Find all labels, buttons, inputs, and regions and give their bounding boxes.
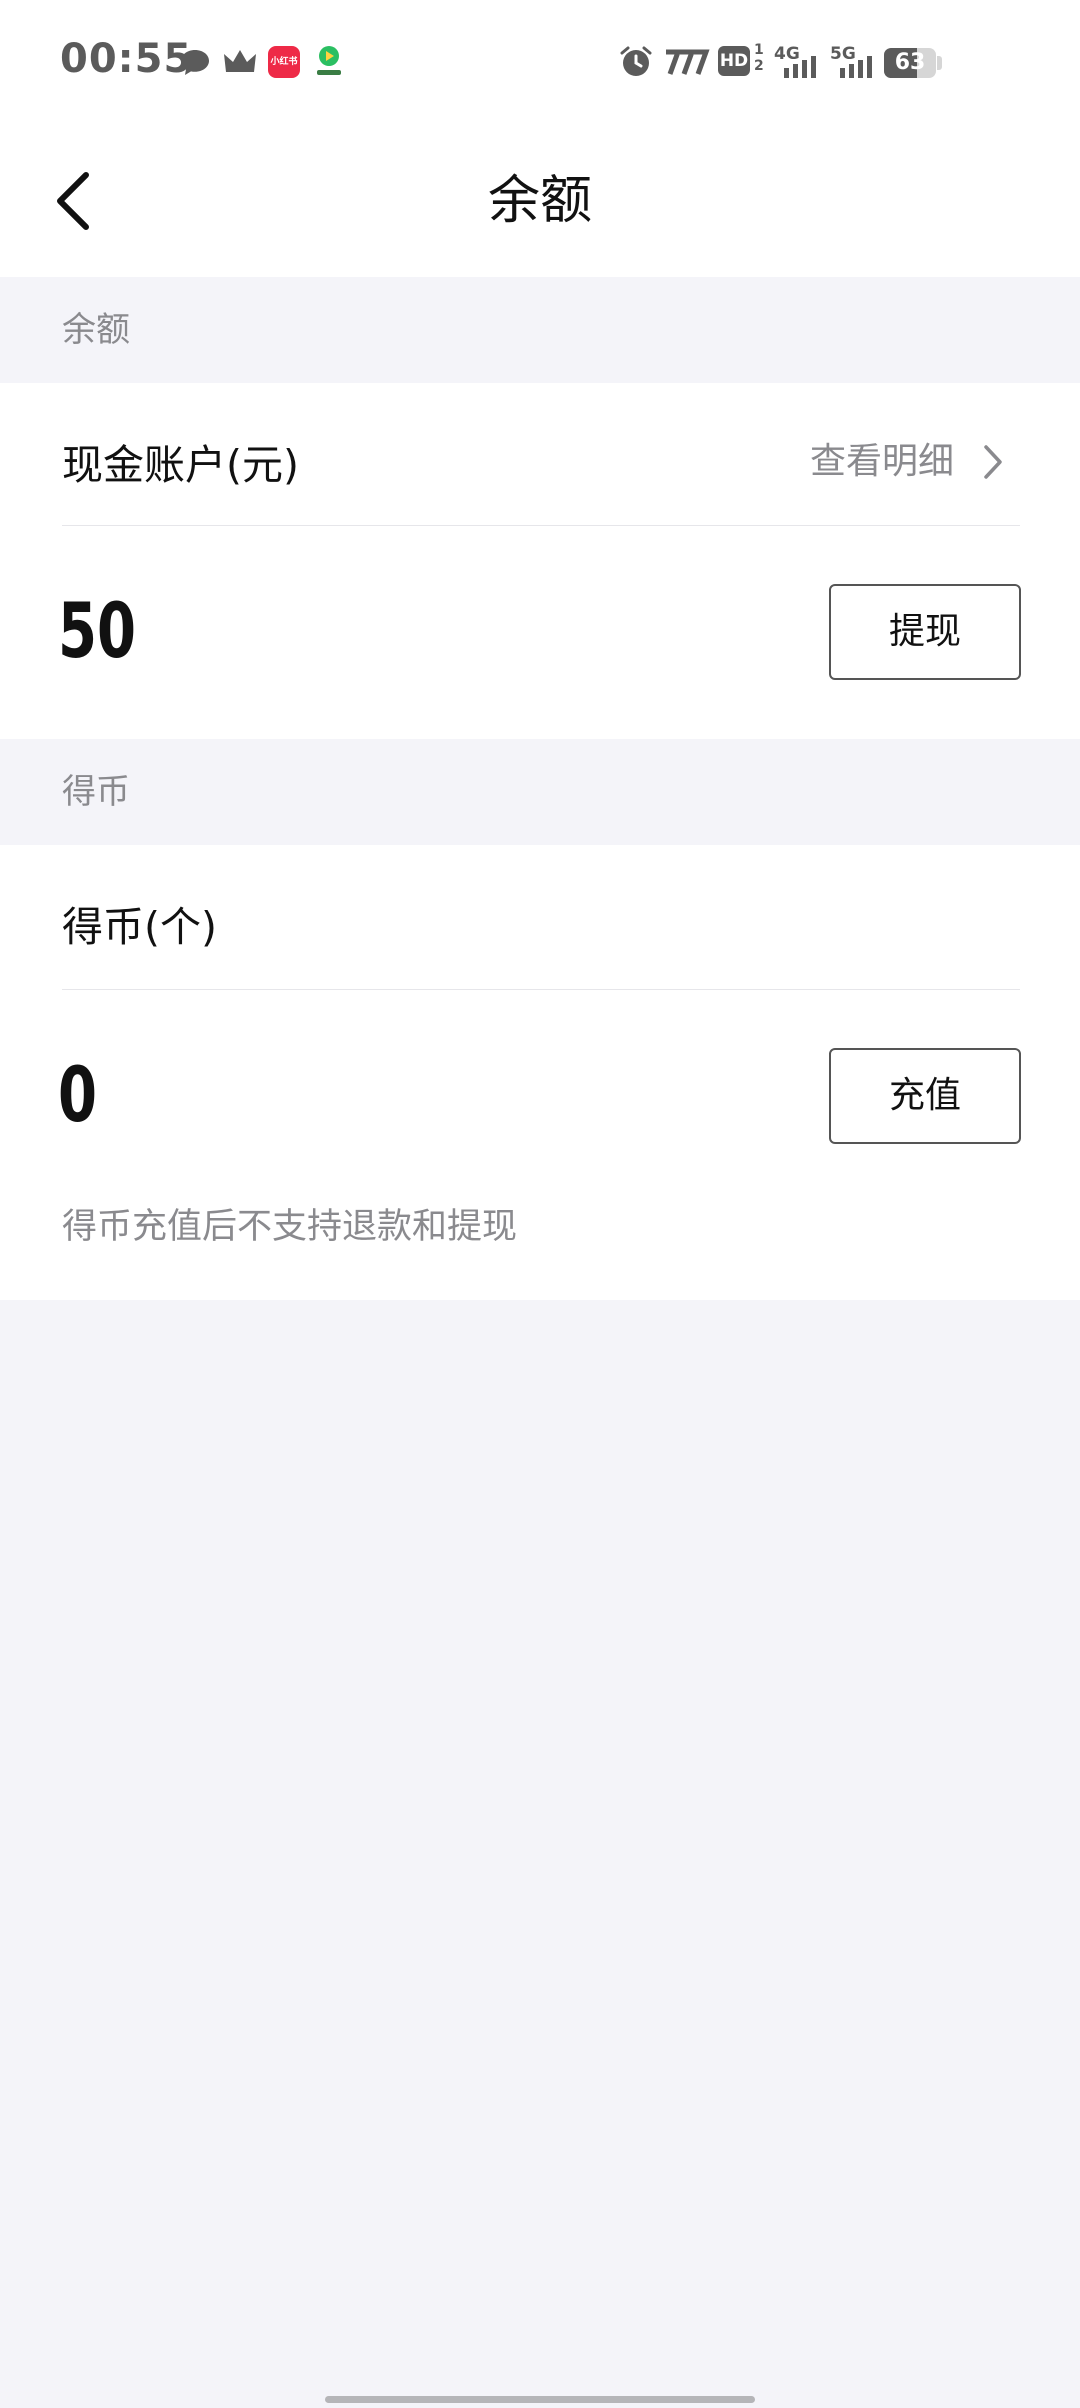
hd-voice-icon: HD: [718, 46, 750, 76]
nav-bar: 余额: [0, 125, 1080, 277]
signal-5g-icon: [840, 56, 872, 78]
chat-bubble-icon: [181, 50, 209, 75]
balance-section-header: 余额: [0, 277, 1080, 383]
recharge-button[interactable]: 充值: [829, 1048, 1021, 1144]
signal-4g-icon: [784, 56, 816, 78]
cash-balance-amount: 50: [58, 586, 137, 675]
balance-screen: 00:55 小红书 HD 12 4G 5G 63 余额 余额 现金账户(元) 查…: [0, 0, 1080, 2408]
status-time: 00:55: [60, 36, 193, 82]
battery-icon: 63: [884, 48, 936, 78]
coin-account-divider: [62, 989, 1020, 990]
network-speed-icon: [666, 49, 710, 75]
view-details-link[interactable]: 查看明细: [810, 437, 1004, 487]
coin-account-card: 得币(个) 0 充值 得币充值后不支持退款和提现: [0, 845, 1080, 1300]
battery-tip: [937, 56, 942, 70]
coin-section-label: 得币: [62, 772, 130, 812]
cash-account-divider: [62, 525, 1020, 526]
hd-voice-sub-label: 12: [754, 42, 764, 74]
home-indicator[interactable]: [325, 2396, 755, 2403]
crown-icon: [224, 50, 256, 72]
cash-account-title: 现金账户(元): [62, 441, 299, 489]
battery-level: 63: [894, 50, 926, 75]
coin-section-header: 得币: [0, 739, 1080, 845]
chevron-right-icon: [984, 445, 1002, 479]
view-details-label: 查看明细: [809, 441, 954, 482]
page-title: 余额: [487, 171, 592, 231]
status-bar: 00:55 小红书 HD 12 4G 5G 63: [0, 0, 1080, 125]
red-app-icon: 小红书: [268, 46, 300, 78]
coin-account-title: 得币(个): [62, 903, 217, 951]
alarm-icon: [620, 46, 652, 76]
cash-account-card: 现金账户(元) 查看明细 50 提现: [0, 383, 1080, 739]
withdraw-button[interactable]: 提现: [829, 584, 1021, 680]
green-play-app-icon: [317, 46, 341, 75]
back-button[interactable]: [40, 161, 120, 241]
chevron-left-icon: [57, 172, 89, 230]
balance-section-label: 余额: [62, 310, 130, 350]
coin-balance-amount: 0: [58, 1050, 98, 1139]
recharge-notice: 得币充值后不支持退款和提现: [62, 1207, 518, 1247]
